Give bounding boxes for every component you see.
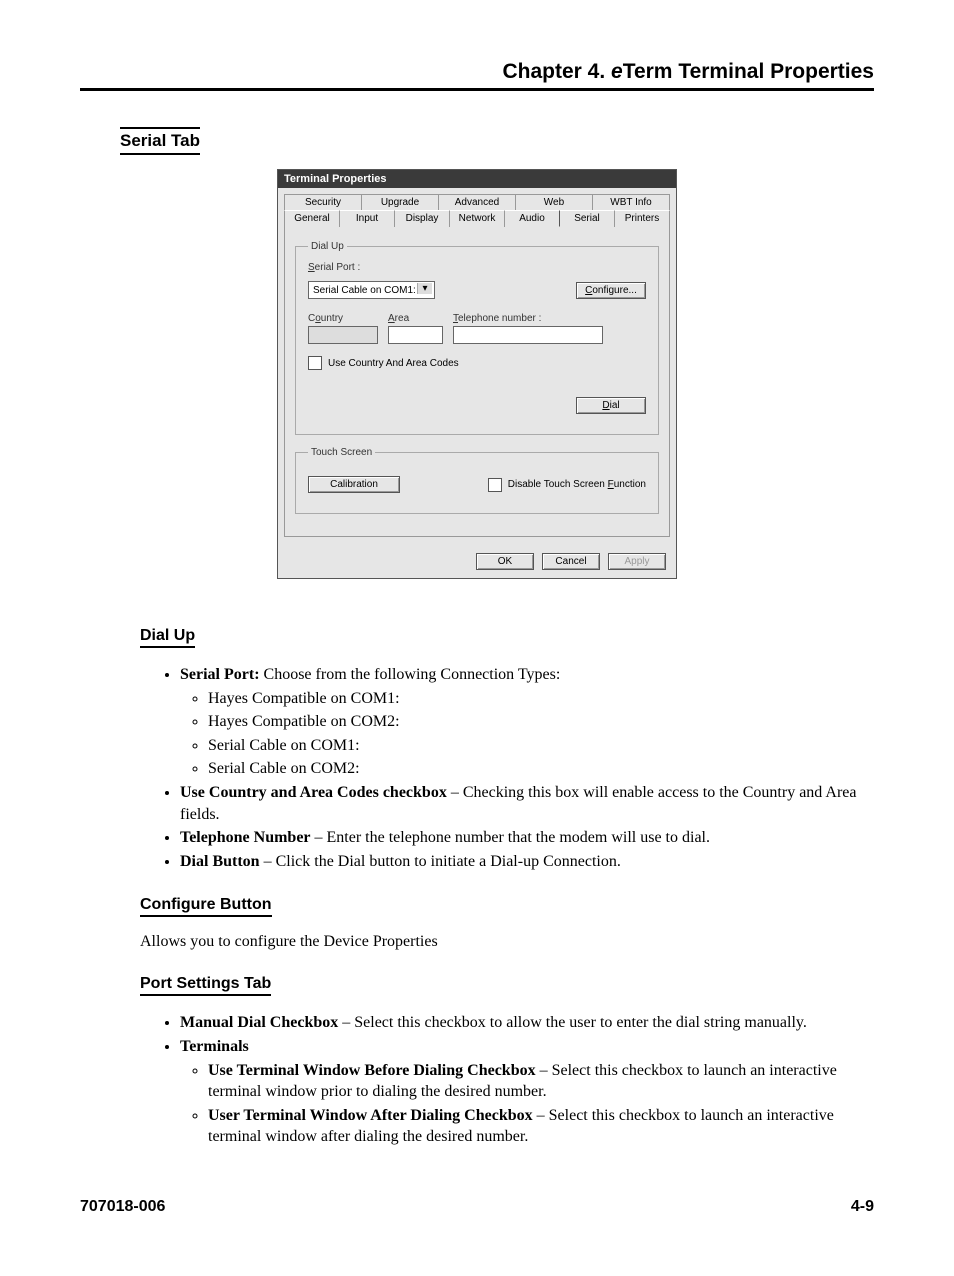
tab-input[interactable]: Input bbox=[339, 210, 394, 227]
chapter-italic-e: e bbox=[611, 60, 623, 83]
label-serial-port: Serial Port : bbox=[308, 262, 646, 273]
dialog-titlebar: Terminal Properties bbox=[278, 170, 676, 188]
dial-up-list: Serial Port: Choose from the following C… bbox=[156, 664, 874, 872]
list-item: Use Country and Area Codes checkbox – Ch… bbox=[180, 782, 874, 825]
tab-web[interactable]: Web bbox=[515, 194, 592, 210]
group-dial-up: Dial Up Serial Port : Serial Cable on CO… bbox=[295, 241, 659, 435]
list-item: Telephone Number – Enter the telephone n… bbox=[180, 827, 874, 849]
group-touch-screen: Touch Screen Calibration Disable Touch S… bbox=[295, 447, 659, 514]
tab-display[interactable]: Display bbox=[394, 210, 449, 227]
footer-docnum: 707018-006 bbox=[80, 1198, 165, 1216]
group-touch-legend: Touch Screen bbox=[308, 447, 375, 458]
tab-general[interactable]: General bbox=[284, 210, 339, 227]
tab-printers[interactable]: Printers bbox=[614, 210, 670, 227]
tab-serial[interactable]: Serial bbox=[559, 210, 614, 227]
chapter-suffix: Term Terminal Properties bbox=[623, 60, 874, 83]
telephone-field[interactable] bbox=[453, 326, 603, 344]
list-item: User Terminal Window After Dialing Check… bbox=[208, 1105, 874, 1148]
list-item: Manual Dial Checkbox – Select this check… bbox=[180, 1012, 874, 1034]
list-item: Dial Button – Click the Dial button to i… bbox=[180, 851, 874, 873]
chapter-header: Chapter 4. eTerm Terminal Properties bbox=[80, 60, 874, 91]
list-item: Terminals Use Terminal Window Before Dia… bbox=[180, 1036, 874, 1148]
tab-wbt-info[interactable]: WBT Info bbox=[592, 194, 670, 210]
area-field[interactable] bbox=[388, 326, 443, 344]
port-settings-list: Manual Dial Checkbox – Select this check… bbox=[156, 1012, 874, 1148]
list-item: Serial Cable on COM2: bbox=[208, 758, 874, 780]
terminal-properties-screenshot: Terminal Properties Security Upgrade Adv… bbox=[277, 169, 677, 579]
label-telephone: Telephone number : bbox=[453, 313, 646, 324]
group-dial-up-legend: Dial Up bbox=[308, 241, 347, 252]
country-field[interactable] bbox=[308, 326, 378, 344]
label-country: Country bbox=[308, 313, 378, 324]
apply-button[interactable]: Apply bbox=[608, 553, 666, 570]
list-item: Serial Port: Choose from the following C… bbox=[180, 664, 874, 780]
list-item: Serial Cable on COM1: bbox=[208, 735, 874, 757]
configure-button-text: Allows you to configure the Device Prope… bbox=[140, 933, 874, 951]
page-footer: 707018-006 4-9 bbox=[80, 1198, 874, 1216]
list-item: Hayes Compatible on COM1: bbox=[208, 688, 874, 710]
serial-port-dropdown[interactable]: Serial Cable on COM1: bbox=[308, 281, 435, 299]
calibration-button[interactable]: Calibration bbox=[308, 476, 400, 493]
use-country-area-checkbox[interactable]: Use Country And Area Codes bbox=[308, 356, 459, 370]
label-area: Area bbox=[388, 313, 443, 324]
section-dial-up: Dial Up bbox=[140, 627, 195, 648]
section-port-settings: Port Settings Tab bbox=[140, 975, 271, 996]
tab-upgrade[interactable]: Upgrade bbox=[361, 194, 438, 210]
checkbox-icon bbox=[308, 356, 322, 370]
tab-audio[interactable]: Audio bbox=[504, 210, 559, 227]
list-item: Hayes Compatible on COM2: bbox=[208, 711, 874, 733]
dial-button[interactable]: Dial bbox=[576, 397, 646, 414]
tab-network[interactable]: Network bbox=[449, 210, 504, 227]
chapter-prefix: Chapter 4. bbox=[502, 60, 611, 83]
tab-security[interactable]: Security bbox=[284, 194, 361, 210]
configure-button[interactable]: Configure... bbox=[576, 282, 646, 299]
list-item: Use Terminal Window Before Dialing Check… bbox=[208, 1060, 874, 1103]
serial-port-value: Serial Cable on COM1: bbox=[313, 285, 416, 296]
footer-pagenum: 4-9 bbox=[851, 1198, 874, 1216]
cancel-button[interactable]: Cancel bbox=[542, 553, 600, 570]
section-serial-tab: Serial Tab bbox=[120, 127, 200, 155]
checkbox-icon bbox=[488, 478, 502, 492]
ok-button[interactable]: OK bbox=[476, 553, 534, 570]
disable-touch-checkbox[interactable]: Disable Touch Screen Function bbox=[488, 478, 646, 492]
tab-advanced[interactable]: Advanced bbox=[438, 194, 515, 210]
section-configure-button: Configure Button bbox=[140, 896, 272, 917]
